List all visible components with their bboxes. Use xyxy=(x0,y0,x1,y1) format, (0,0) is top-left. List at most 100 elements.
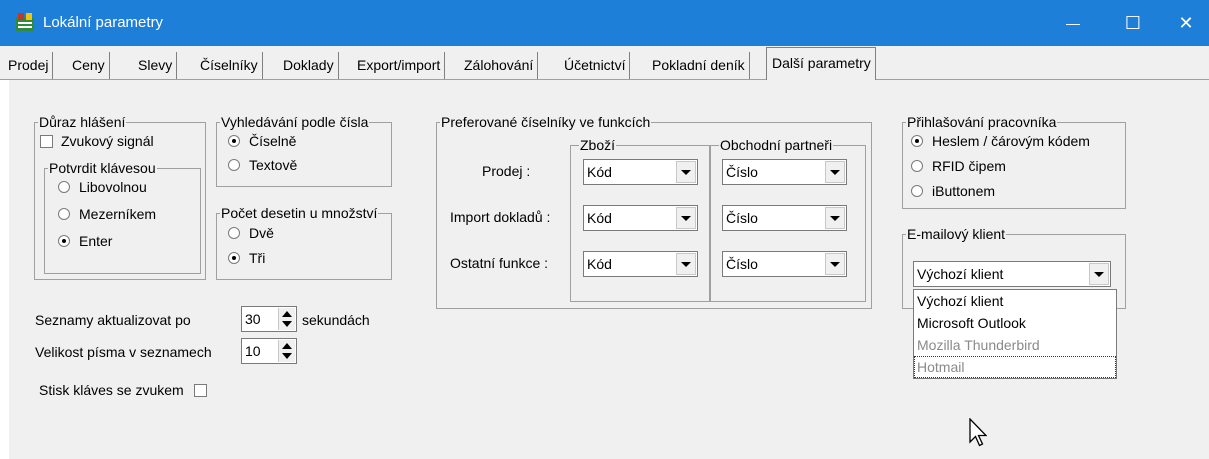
minimize-icon: — xyxy=(1066,15,1080,31)
spin-arrows-icon[interactable] xyxy=(278,308,295,330)
tab-slevy[interactable]: Slevy xyxy=(134,52,178,79)
option-microsoft-outlook[interactable]: Microsoft Outlook xyxy=(914,312,1116,334)
potvrdit-group: Potvrdit klávesou Libovolnou Mezerníkem … xyxy=(44,160,201,274)
radio-mezernikem[interactable]: Mezerníkem xyxy=(58,206,156,222)
duraz-title: Důraz hlášení xyxy=(38,114,127,130)
tab-prodej[interactable]: Prodej xyxy=(4,52,54,79)
app-icon xyxy=(16,13,34,31)
tab-ciselniky[interactable]: Číselníky xyxy=(196,52,263,79)
zvukovy-signal-checkbox[interactable]: Zvukový signál xyxy=(40,133,154,149)
desetiny-title: Počet desetin u množství xyxy=(220,205,379,221)
radio-tri[interactable]: Tři xyxy=(228,250,265,266)
tri-label: Tři xyxy=(249,250,266,266)
maximize-button[interactable]: ☐ xyxy=(1110,0,1156,46)
textove-label: Textově xyxy=(249,157,298,173)
radio-ciselne[interactable]: Číselně xyxy=(228,133,296,149)
stisk-check-box[interactable] xyxy=(193,383,207,397)
ibutton-label: iButtonem xyxy=(932,183,996,199)
tab-zalohovani[interactable]: Zálohování xyxy=(460,52,539,79)
combo-partner-import-value: Číslo xyxy=(726,210,758,226)
tab-pokladni-denik[interactable]: Pokladní deník xyxy=(648,52,750,79)
tab-dalsi-parametry[interactable]: Další parametry xyxy=(766,47,876,80)
combo-partner-prodej[interactable]: Číslo xyxy=(722,159,847,185)
radio-rfid-dot[interactable] xyxy=(911,160,923,172)
tab-panel: Důraz hlášení Zvukový signál Potvrdit kl… xyxy=(8,80,1209,459)
combo-zbozi-prodej-value: Kód xyxy=(587,164,612,180)
chevron-down-icon[interactable] xyxy=(825,207,845,229)
seznamy-spinner[interactable]: 30 xyxy=(241,306,297,332)
potvrdit-title: Potvrdit klávesou xyxy=(48,160,157,176)
tab-strip: Prodej Ceny Slevy Číselníky Doklady Expo… xyxy=(0,46,1209,80)
option-vychozi-klient[interactable]: Výchozí klient xyxy=(914,290,1116,312)
email-client-dropdown[interactable]: Výchozí klient Microsoft Outlook Mozilla… xyxy=(913,289,1117,379)
combo-zbozi-import[interactable]: Kód xyxy=(583,205,698,231)
radio-rfid[interactable]: RFID čipem xyxy=(911,158,1006,174)
rfid-label: RFID čipem xyxy=(932,158,1006,174)
combo-partner-ostatni[interactable]: Číslo xyxy=(722,251,847,277)
mouse-cursor-icon xyxy=(969,418,987,447)
combo-zbozi-import-value: Kód xyxy=(587,210,612,226)
radio-textove[interactable]: Textově xyxy=(228,157,297,173)
dve-label: Dvě xyxy=(249,225,274,241)
email-client-select[interactable]: Výchozí klient xyxy=(913,261,1111,287)
preferovane-group: Preferované číselníky ve funkcích Zboží … xyxy=(436,114,872,309)
ciselne-label: Číselně xyxy=(249,133,297,149)
seznamy-value: 30 xyxy=(245,311,261,327)
chevron-down-icon[interactable] xyxy=(676,253,696,275)
chevron-down-icon[interactable] xyxy=(825,161,845,183)
combo-partner-prodej-value: Číslo xyxy=(726,164,758,180)
velikost-value: 10 xyxy=(245,343,261,359)
radio-textove-dot[interactable] xyxy=(228,159,240,171)
velikost-spinner[interactable]: 10 xyxy=(241,338,297,364)
radio-mezernikem-dot[interactable] xyxy=(58,208,70,220)
combo-partner-ostatni-value: Číslo xyxy=(726,256,758,272)
radio-ibutton-dot[interactable] xyxy=(911,185,923,197)
minimize-button[interactable]: — xyxy=(1050,0,1096,46)
prihlasovani-group: Přihlašování pracovníka Heslem / čárovým… xyxy=(902,114,1126,209)
seznamy-suffix: sekundách xyxy=(302,312,370,328)
radio-ibutton[interactable]: iButtonem xyxy=(911,183,995,199)
tab-ucetnictvi[interactable]: Účetnictví xyxy=(560,52,631,79)
radio-enter[interactable]: Enter xyxy=(58,233,112,249)
radio-enter-dot[interactable] xyxy=(58,235,70,247)
radio-heslem-dot[interactable] xyxy=(911,135,923,147)
enter-label: Enter xyxy=(79,233,113,249)
combo-zbozi-ostatni[interactable]: Kód xyxy=(583,251,698,277)
radio-heslem[interactable]: Heslem / čárovým kódem xyxy=(911,133,1090,149)
chevron-down-icon[interactable] xyxy=(825,253,845,275)
velikost-label: Velikost písma v seznamech xyxy=(35,344,212,360)
tab-doklady[interactable]: Doklady xyxy=(279,52,339,79)
radio-tri-dot[interactable] xyxy=(228,252,240,264)
libovolnou-label: Libovolnou xyxy=(79,179,147,195)
radio-dve[interactable]: Dvě xyxy=(228,225,274,241)
email-title: E-mailový klient xyxy=(906,226,1007,242)
zvukovy-label: Zvukový signál xyxy=(61,133,154,149)
combo-zbozi-ostatni-value: Kód xyxy=(587,256,612,272)
zvukovy-check-box[interactable] xyxy=(40,134,53,148)
stisk-klaves-checkbox[interactable]: Stisk kláves se zvukem xyxy=(39,382,215,398)
option-mozilla-thunderbird[interactable]: Mozilla Thunderbird xyxy=(914,334,1116,356)
stisk-label: Stisk kláves se zvukem xyxy=(39,382,184,398)
chevron-down-icon[interactable] xyxy=(1089,263,1109,285)
combo-partner-import[interactable]: Číslo xyxy=(722,205,847,231)
seznamy-label: Seznamy aktualizovat po xyxy=(35,312,191,328)
radio-libovolnou-dot[interactable] xyxy=(58,181,70,193)
chevron-down-icon[interactable] xyxy=(676,207,696,229)
tab-ceny[interactable]: Ceny xyxy=(68,52,110,79)
row-label-import: Import dokladů : xyxy=(450,209,551,225)
radio-dve-dot[interactable] xyxy=(228,227,240,239)
close-button[interactable]: ✕ xyxy=(1163,0,1209,46)
title-bar[interactable]: Lokální parametry — ☐ ✕ xyxy=(0,0,1209,46)
tab-export-import[interactable]: Export/import xyxy=(353,52,446,79)
option-hotmail[interactable]: Hotmail xyxy=(914,356,1116,378)
email-client-value: Výchozí klient xyxy=(917,266,1004,282)
spin-arrows-icon[interactable] xyxy=(278,340,295,362)
chevron-down-icon[interactable] xyxy=(676,161,696,183)
window-title: Lokální parametry xyxy=(43,14,164,31)
combo-zbozi-prodej[interactable]: Kód xyxy=(583,159,698,185)
row-label-prodej: Prodej : xyxy=(482,163,531,179)
heslem-label: Heslem / čárovým kódem xyxy=(932,133,1090,149)
radio-ciselne-dot[interactable] xyxy=(228,135,240,147)
radio-libovolnou[interactable]: Libovolnou xyxy=(58,179,147,195)
vyhledavani-group: Vyhledávání podle čísla Číselně Textově xyxy=(216,114,392,187)
